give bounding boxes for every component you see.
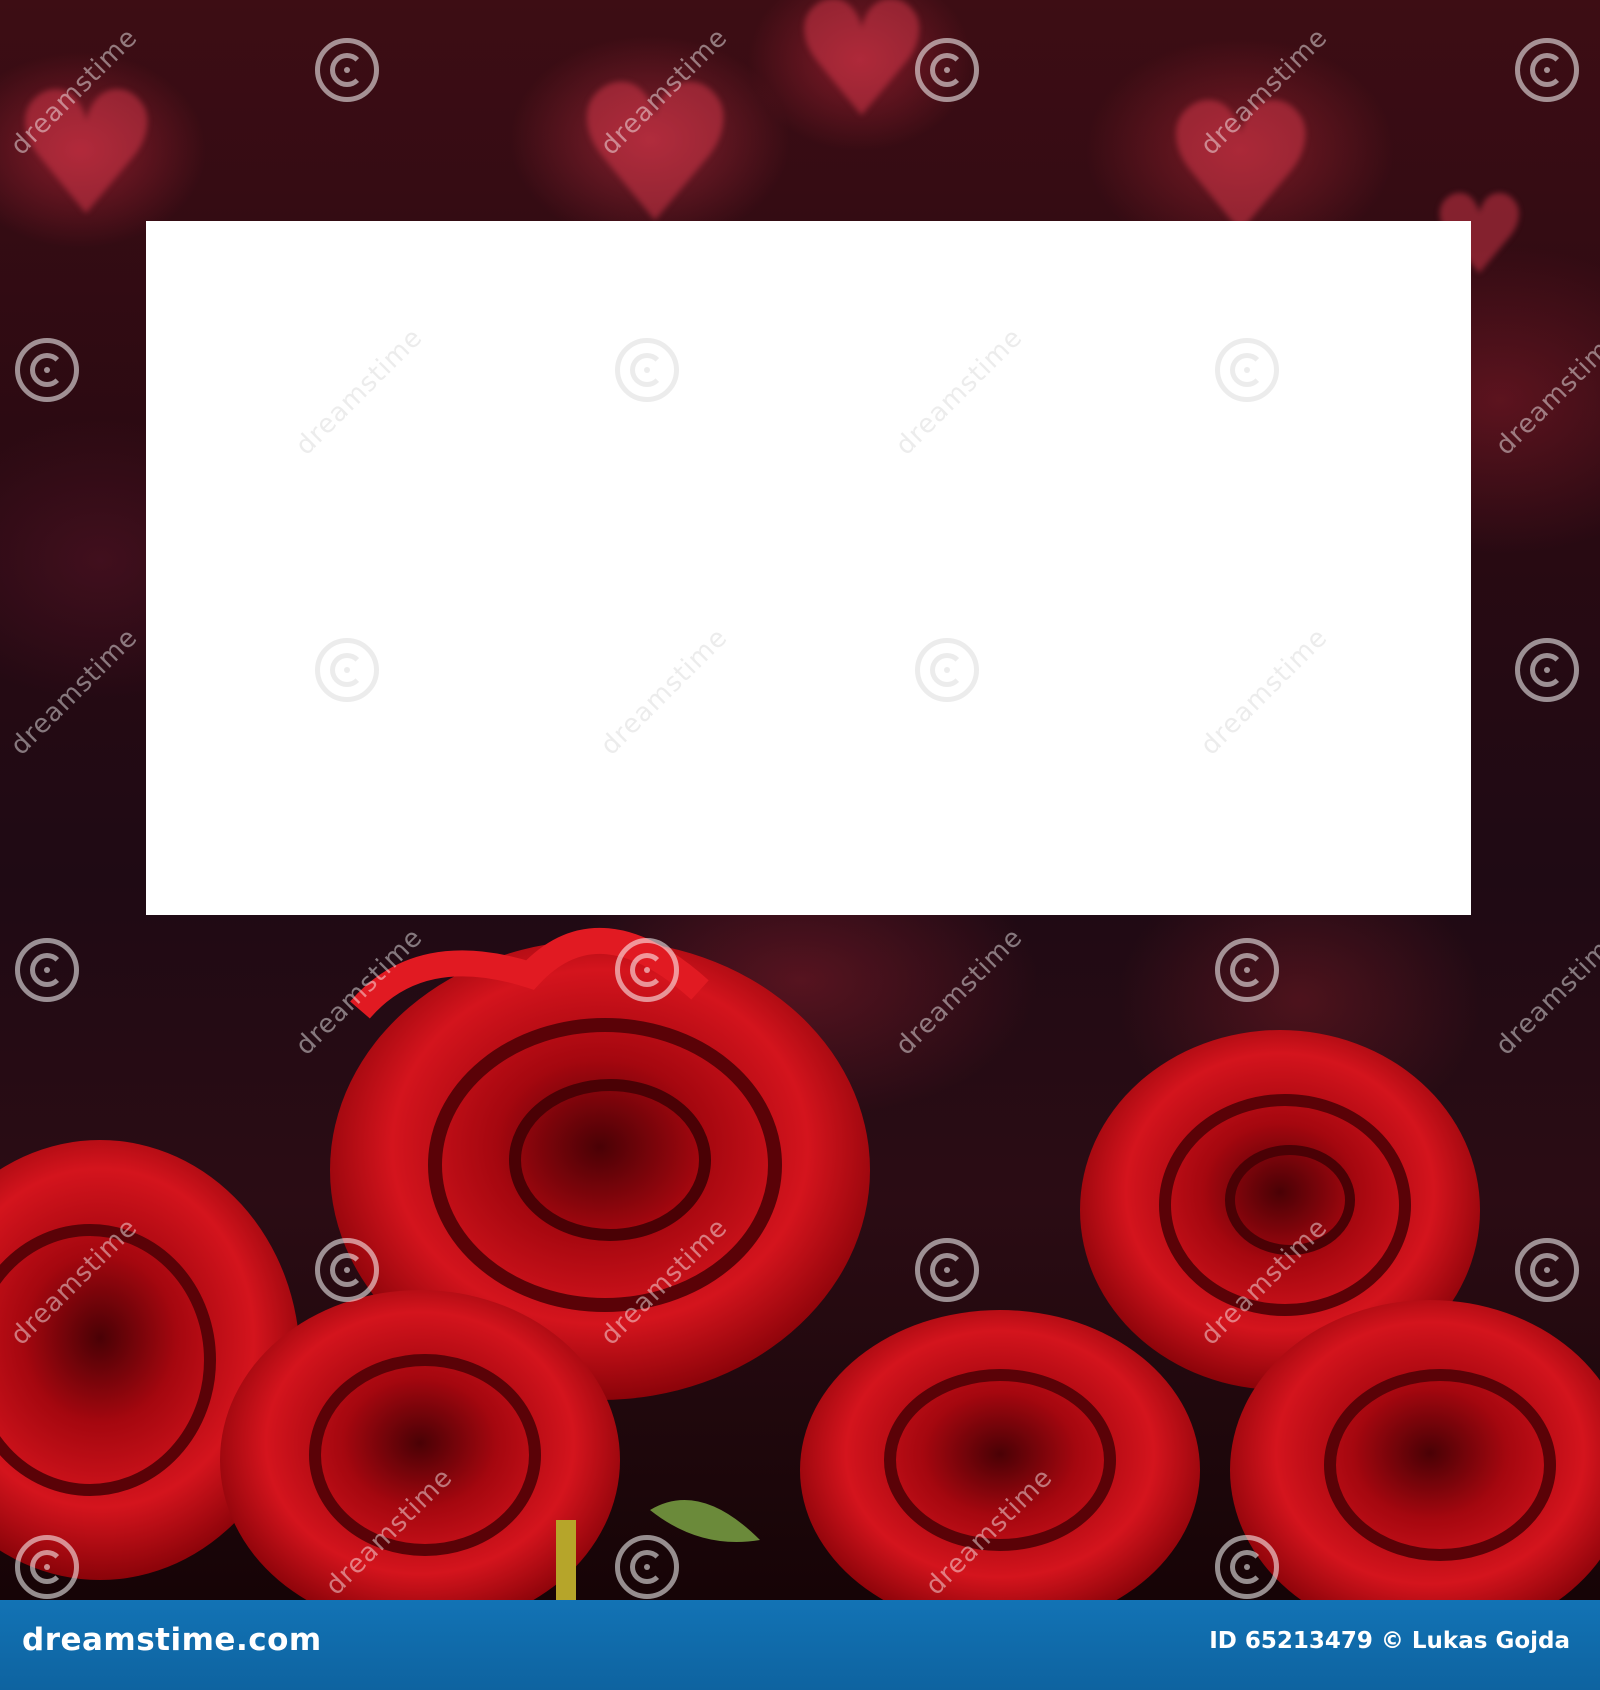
watermark-spiral-icon: [15, 938, 79, 1002]
dreamstime-logo[interactable]: dreamstime.com: [22, 1622, 322, 1658]
rose-bloom: [800, 1310, 1200, 1600]
watermark-spiral-icon: [315, 638, 379, 702]
watermark-spiral-icon: [615, 338, 679, 402]
watermark-spiral-icon: [15, 338, 79, 402]
watermark-spiral-icon: [1515, 1238, 1579, 1302]
watermark-spiral-icon: [15, 1535, 79, 1599]
stock-footer-bar: dreamstime.com ID 65213479 © Lukas Gojda: [0, 1600, 1600, 1690]
watermark-spiral-icon: [1515, 638, 1579, 702]
stock-photo: ♥ ♥ ♥ ♥ ♥ dreamstime dreamstime dreamsti…: [0, 0, 1600, 1600]
watermark-spiral-icon: [615, 1535, 679, 1599]
red-roses: [0, 927, 1600, 1600]
image-id-credit: ID 65213479 © Lukas Gojda: [1209, 1628, 1570, 1654]
watermark-spiral-icon: [1215, 338, 1279, 402]
watermark-spiral-icon: [315, 1238, 379, 1302]
watermark-spiral-icon: [1215, 938, 1279, 1002]
watermark-spiral-icon: [915, 638, 979, 702]
watermark-spiral-icon: [615, 938, 679, 1002]
watermark-spiral-icon: [315, 38, 379, 102]
rose-stem: [556, 1520, 576, 1600]
watermark-spiral-icon: [915, 1238, 979, 1302]
watermark-spiral-icon: [1515, 38, 1579, 102]
watermark-spiral-icon: [915, 38, 979, 102]
watermark-spiral-icon: [1215, 1535, 1279, 1599]
rose-leaf: [650, 1500, 760, 1542]
